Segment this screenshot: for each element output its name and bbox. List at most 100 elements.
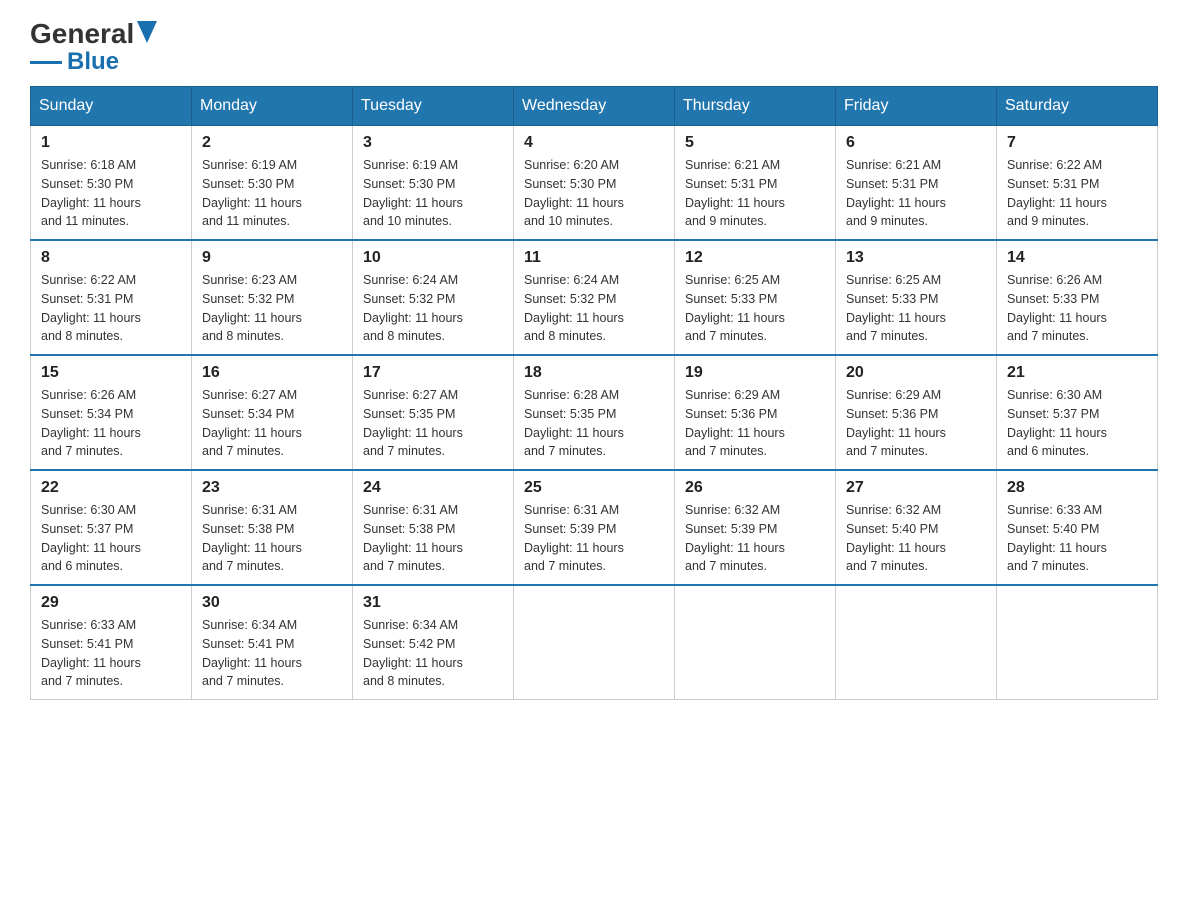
day-number: 31 — [363, 594, 503, 612]
calendar-cell: 22 Sunrise: 6:30 AMSunset: 5:37 PMDaylig… — [31, 470, 192, 585]
day-info: Sunrise: 6:27 AMSunset: 5:34 PMDaylight:… — [202, 388, 302, 458]
day-info: Sunrise: 6:18 AMSunset: 5:30 PMDaylight:… — [41, 158, 141, 228]
day-info: Sunrise: 6:28 AMSunset: 5:35 PMDaylight:… — [524, 388, 624, 458]
day-info: Sunrise: 6:30 AMSunset: 5:37 PMDaylight:… — [1007, 388, 1107, 458]
calendar-cell: 26 Sunrise: 6:32 AMSunset: 5:39 PMDaylig… — [675, 470, 836, 585]
weekday-header-thursday: Thursday — [675, 87, 836, 126]
day-number: 27 — [846, 479, 986, 497]
calendar-cell: 17 Sunrise: 6:27 AMSunset: 5:35 PMDaylig… — [353, 355, 514, 470]
day-number: 22 — [41, 479, 181, 497]
day-info: Sunrise: 6:27 AMSunset: 5:35 PMDaylight:… — [363, 388, 463, 458]
calendar-cell: 24 Sunrise: 6:31 AMSunset: 5:38 PMDaylig… — [353, 470, 514, 585]
day-info: Sunrise: 6:34 AMSunset: 5:42 PMDaylight:… — [363, 618, 463, 688]
day-number: 14 — [1007, 249, 1147, 267]
day-number: 25 — [524, 479, 664, 497]
day-info: Sunrise: 6:19 AMSunset: 5:30 PMDaylight:… — [202, 158, 302, 228]
weekday-header-friday: Friday — [836, 87, 997, 126]
calendar-cell: 13 Sunrise: 6:25 AMSunset: 5:33 PMDaylig… — [836, 240, 997, 355]
calendar-cell: 27 Sunrise: 6:32 AMSunset: 5:40 PMDaylig… — [836, 470, 997, 585]
day-number: 18 — [524, 364, 664, 382]
day-info: Sunrise: 6:31 AMSunset: 5:38 PMDaylight:… — [363, 503, 463, 573]
day-info: Sunrise: 6:25 AMSunset: 5:33 PMDaylight:… — [685, 273, 785, 343]
day-info: Sunrise: 6:22 AMSunset: 5:31 PMDaylight:… — [1007, 158, 1107, 228]
day-number: 23 — [202, 479, 342, 497]
weekday-header-tuesday: Tuesday — [353, 87, 514, 126]
page-header: General Blue — [30, 20, 1158, 76]
calendar-cell — [514, 585, 675, 700]
calendar-cell: 5 Sunrise: 6:21 AMSunset: 5:31 PMDayligh… — [675, 126, 836, 241]
day-number: 16 — [202, 364, 342, 382]
logo-triangle-icon — [137, 21, 157, 47]
calendar-cell: 10 Sunrise: 6:24 AMSunset: 5:32 PMDaylig… — [353, 240, 514, 355]
calendar-cell: 6 Sunrise: 6:21 AMSunset: 5:31 PMDayligh… — [836, 126, 997, 241]
day-number: 5 — [685, 134, 825, 152]
calendar-cell: 3 Sunrise: 6:19 AMSunset: 5:30 PMDayligh… — [353, 126, 514, 241]
calendar-cell: 4 Sunrise: 6:20 AMSunset: 5:30 PMDayligh… — [514, 126, 675, 241]
calendar-cell: 31 Sunrise: 6:34 AMSunset: 5:42 PMDaylig… — [353, 585, 514, 700]
calendar-cell: 29 Sunrise: 6:33 AMSunset: 5:41 PMDaylig… — [31, 585, 192, 700]
calendar-header-row: SundayMondayTuesdayWednesdayThursdayFrid… — [31, 87, 1158, 126]
day-info: Sunrise: 6:24 AMSunset: 5:32 PMDaylight:… — [363, 273, 463, 343]
day-number: 10 — [363, 249, 503, 267]
calendar-cell: 2 Sunrise: 6:19 AMSunset: 5:30 PMDayligh… — [192, 126, 353, 241]
day-info: Sunrise: 6:26 AMSunset: 5:34 PMDaylight:… — [41, 388, 141, 458]
calendar-week-row: 22 Sunrise: 6:30 AMSunset: 5:37 PMDaylig… — [31, 470, 1158, 585]
day-number: 15 — [41, 364, 181, 382]
day-number: 12 — [685, 249, 825, 267]
day-number: 4 — [524, 134, 664, 152]
calendar-cell: 25 Sunrise: 6:31 AMSunset: 5:39 PMDaylig… — [514, 470, 675, 585]
day-info: Sunrise: 6:31 AMSunset: 5:39 PMDaylight:… — [524, 503, 624, 573]
calendar-cell: 28 Sunrise: 6:33 AMSunset: 5:40 PMDaylig… — [997, 470, 1158, 585]
logo-line — [30, 61, 62, 64]
day-number: 19 — [685, 364, 825, 382]
day-info: Sunrise: 6:29 AMSunset: 5:36 PMDaylight:… — [846, 388, 946, 458]
day-info: Sunrise: 6:22 AMSunset: 5:31 PMDaylight:… — [41, 273, 141, 343]
calendar-cell: 14 Sunrise: 6:26 AMSunset: 5:33 PMDaylig… — [997, 240, 1158, 355]
logo: General Blue — [30, 20, 157, 76]
day-number: 3 — [363, 134, 503, 152]
day-number: 21 — [1007, 364, 1147, 382]
day-info: Sunrise: 6:34 AMSunset: 5:41 PMDaylight:… — [202, 618, 302, 688]
weekday-header-wednesday: Wednesday — [514, 87, 675, 126]
calendar-week-row: 8 Sunrise: 6:22 AMSunset: 5:31 PMDayligh… — [31, 240, 1158, 355]
day-number: 9 — [202, 249, 342, 267]
calendar-cell: 12 Sunrise: 6:25 AMSunset: 5:33 PMDaylig… — [675, 240, 836, 355]
calendar-week-row: 15 Sunrise: 6:26 AMSunset: 5:34 PMDaylig… — [31, 355, 1158, 470]
weekday-header-sunday: Sunday — [31, 87, 192, 126]
day-info: Sunrise: 6:29 AMSunset: 5:36 PMDaylight:… — [685, 388, 785, 458]
day-number: 8 — [41, 249, 181, 267]
day-info: Sunrise: 6:26 AMSunset: 5:33 PMDaylight:… — [1007, 273, 1107, 343]
calendar-cell: 16 Sunrise: 6:27 AMSunset: 5:34 PMDaylig… — [192, 355, 353, 470]
calendar-cell — [997, 585, 1158, 700]
calendar-week-row: 29 Sunrise: 6:33 AMSunset: 5:41 PMDaylig… — [31, 585, 1158, 700]
day-number: 11 — [524, 249, 664, 267]
day-number: 24 — [363, 479, 503, 497]
day-number: 20 — [846, 364, 986, 382]
day-info: Sunrise: 6:25 AMSunset: 5:33 PMDaylight:… — [846, 273, 946, 343]
weekday-header-saturday: Saturday — [997, 87, 1158, 126]
calendar-cell: 9 Sunrise: 6:23 AMSunset: 5:32 PMDayligh… — [192, 240, 353, 355]
calendar-cell — [675, 585, 836, 700]
day-info: Sunrise: 6:23 AMSunset: 5:32 PMDaylight:… — [202, 273, 302, 343]
day-number: 7 — [1007, 134, 1147, 152]
calendar-cell: 15 Sunrise: 6:26 AMSunset: 5:34 PMDaylig… — [31, 355, 192, 470]
calendar-cell: 21 Sunrise: 6:30 AMSunset: 5:37 PMDaylig… — [997, 355, 1158, 470]
weekday-header-monday: Monday — [192, 87, 353, 126]
day-info: Sunrise: 6:30 AMSunset: 5:37 PMDaylight:… — [41, 503, 141, 573]
day-info: Sunrise: 6:33 AMSunset: 5:41 PMDaylight:… — [41, 618, 141, 688]
calendar-cell — [836, 585, 997, 700]
day-number: 28 — [1007, 479, 1147, 497]
logo-general-text: General — [30, 20, 134, 48]
day-number: 17 — [363, 364, 503, 382]
day-info: Sunrise: 6:20 AMSunset: 5:30 PMDaylight:… — [524, 158, 624, 228]
day-info: Sunrise: 6:31 AMSunset: 5:38 PMDaylight:… — [202, 503, 302, 573]
day-info: Sunrise: 6:24 AMSunset: 5:32 PMDaylight:… — [524, 273, 624, 343]
calendar-cell: 18 Sunrise: 6:28 AMSunset: 5:35 PMDaylig… — [514, 355, 675, 470]
day-number: 30 — [202, 594, 342, 612]
calendar-cell: 11 Sunrise: 6:24 AMSunset: 5:32 PMDaylig… — [514, 240, 675, 355]
calendar-cell: 1 Sunrise: 6:18 AMSunset: 5:30 PMDayligh… — [31, 126, 192, 241]
day-number: 2 — [202, 134, 342, 152]
day-info: Sunrise: 6:21 AMSunset: 5:31 PMDaylight:… — [685, 158, 785, 228]
day-number: 29 — [41, 594, 181, 612]
calendar-cell: 20 Sunrise: 6:29 AMSunset: 5:36 PMDaylig… — [836, 355, 997, 470]
